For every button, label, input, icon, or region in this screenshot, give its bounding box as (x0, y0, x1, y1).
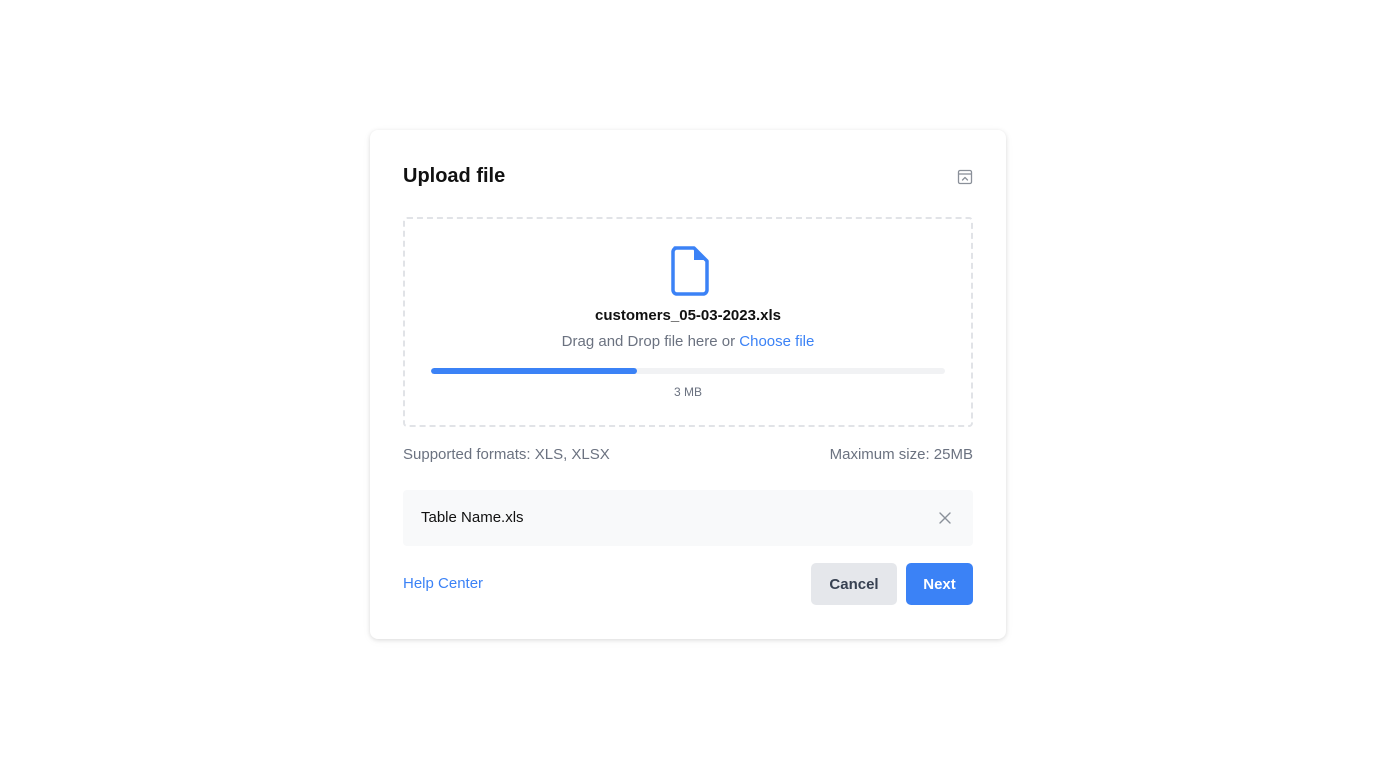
upload-progress-bar (431, 368, 945, 374)
choose-file-link[interactable]: Choose file (739, 333, 814, 350)
uploaded-file-name: Table Name.xls (421, 509, 524, 526)
supported-formats-text: Supported formats: XLS, XLSX (403, 446, 610, 463)
file-size-text: 3 MB (673, 385, 702, 399)
file-dropzone[interactable]: customers_05-03-2023.xls Drag and Drop f… (403, 217, 973, 427)
next-button[interactable]: Next (906, 563, 973, 605)
dialog-title: Upload file (403, 165, 506, 187)
minimize-button[interactable] (955, 167, 975, 187)
uploaded-file-row: Table Name.xls (403, 490, 973, 546)
cancel-button[interactable]: Cancel (811, 563, 897, 605)
help-center-link[interactable]: Help Center (403, 574, 483, 594)
file-icon (671, 246, 709, 296)
close-icon (939, 512, 951, 524)
drag-drop-instructions: Drag and Drop file here or Choose file (405, 332, 971, 352)
uploading-file-name: customers_05-03-2023.xls (595, 307, 781, 324)
remove-file-button[interactable] (938, 511, 952, 525)
drag-drop-text: Drag and Drop file here or (561, 333, 736, 350)
minimize-window-icon (957, 169, 973, 185)
max-size-text: Maximum size: 25MB (829, 446, 973, 463)
upload-progress-fill (431, 368, 637, 374)
upload-dialog: Upload file customers_05-03-2023.xls Dra… (370, 130, 1006, 639)
